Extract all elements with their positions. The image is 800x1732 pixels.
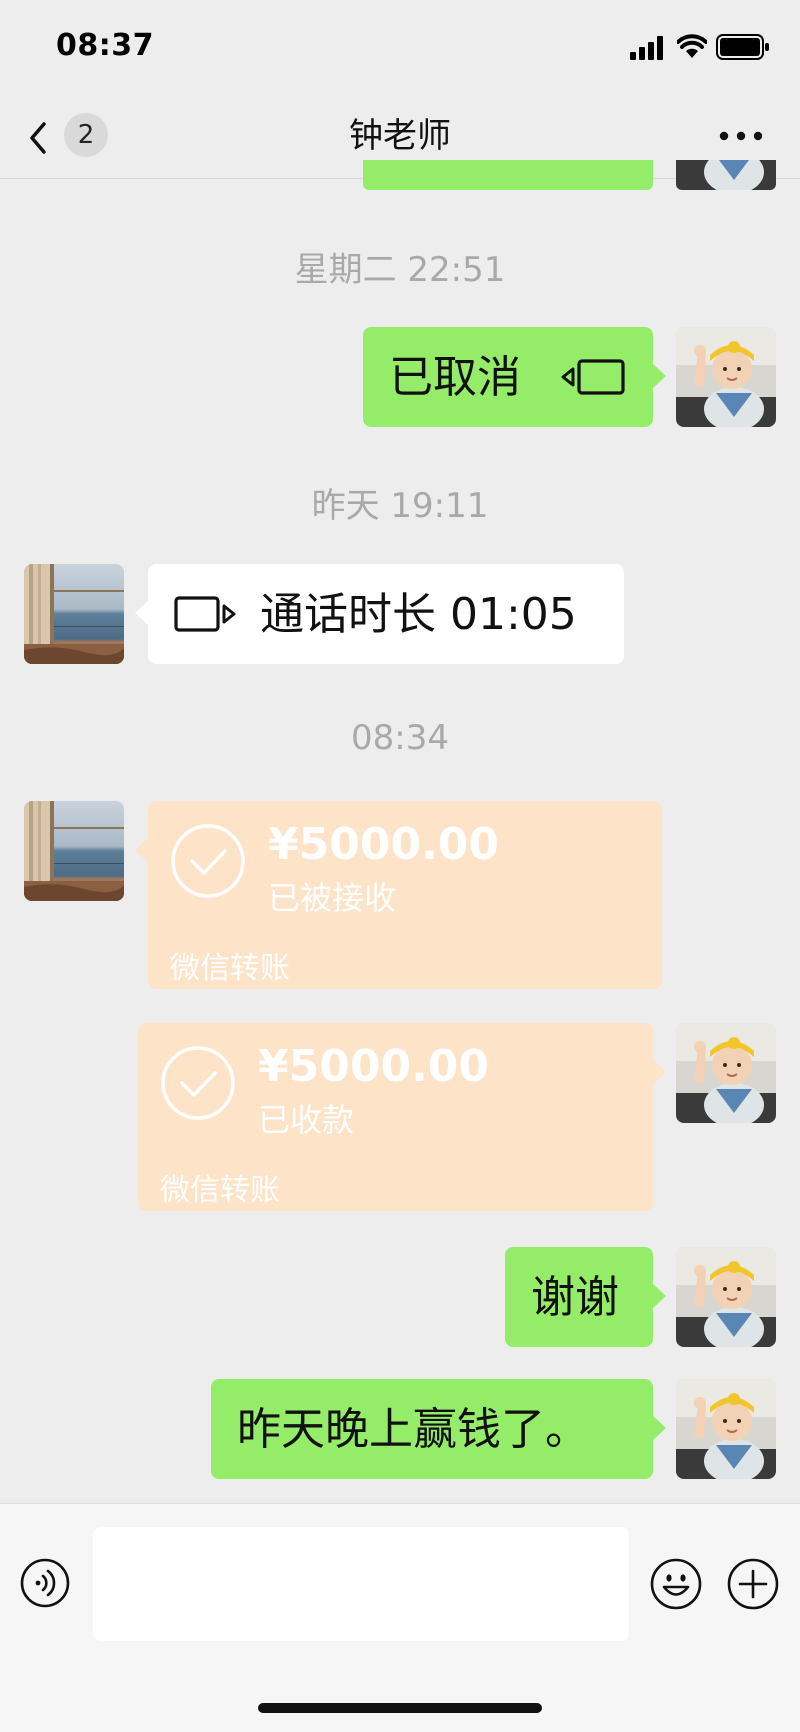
home-indicator xyxy=(258,1703,542,1713)
check-circle-icon xyxy=(171,824,245,898)
signal-icon xyxy=(630,36,663,60)
text-message[interactable]: 昨天晚上赢钱了。 xyxy=(211,1379,666,1479)
transfer-card-sent[interactable]: ¥5000.00 已收款 微信转账 xyxy=(138,1023,666,1211)
my-avatar[interactable] xyxy=(676,327,776,427)
chevron-left-icon xyxy=(30,122,46,154)
previous-message-bubble[interactable] xyxy=(363,160,653,190)
my-avatar[interactable] xyxy=(676,160,776,190)
text-message[interactable]: 谢谢 xyxy=(505,1247,666,1347)
transfer-amount: ¥5000.00 xyxy=(268,819,500,870)
my-avatar[interactable] xyxy=(676,1247,776,1347)
time-separator: 星期二 22:51 xyxy=(294,250,506,290)
contact-avatar[interactable] xyxy=(24,564,124,664)
my-avatar[interactable] xyxy=(676,1023,776,1123)
my-avatar[interactable] xyxy=(676,1379,776,1479)
cancelled-call-message[interactable]: 已取消 xyxy=(363,327,666,427)
transfer-status: 已被接收 xyxy=(268,879,397,917)
emoji-icon[interactable] xyxy=(650,1558,702,1610)
wifi-icon xyxy=(677,34,707,58)
status-time: 08:37 xyxy=(56,28,154,63)
contact-avatar[interactable] xyxy=(24,801,124,901)
message-input[interactable] xyxy=(93,1527,629,1641)
transfer-label: 微信转账 xyxy=(170,951,290,986)
video-call-icon xyxy=(174,596,236,632)
call-duration-message[interactable]: 通话时长 01:05 xyxy=(135,564,624,664)
call-status-text: 已取消 xyxy=(389,352,521,403)
add-icon[interactable] xyxy=(727,1558,779,1610)
message-text: 谢谢 xyxy=(531,1272,619,1323)
transfer-amount: ¥5000.00 xyxy=(258,1041,490,1092)
time-separator: 昨天 19:11 xyxy=(311,486,489,526)
call-duration-text: 通话时长 01:05 xyxy=(260,589,577,640)
video-call-icon xyxy=(561,359,625,395)
check-circle-icon xyxy=(161,1046,235,1120)
unread-count-badge: 2 xyxy=(64,113,108,157)
transfer-card-received[interactable]: ¥5000.00 已被接收 微信转账 xyxy=(135,801,662,989)
transfer-status: 已收款 xyxy=(258,1101,355,1139)
battery-icon xyxy=(716,34,769,60)
message-text: 昨天晚上赢钱了。 xyxy=(237,1404,589,1455)
time-separator: 08:34 xyxy=(351,718,449,758)
transfer-label: 微信转账 xyxy=(160,1173,280,1208)
voice-input-icon[interactable] xyxy=(20,1558,70,1608)
chat-title: 钟老师 xyxy=(349,116,451,156)
more-options-icon[interactable] xyxy=(716,118,766,154)
